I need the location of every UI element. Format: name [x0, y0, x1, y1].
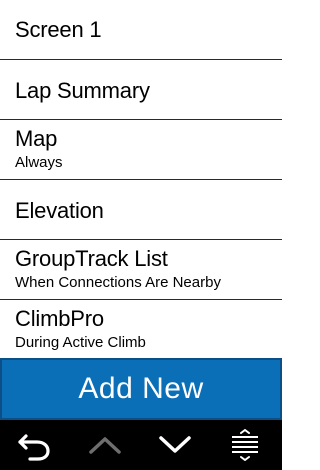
list-item-subtitle: During Active Climb [15, 334, 146, 351]
list-item-title: ClimbPro [15, 306, 104, 331]
list-item-map[interactable]: Map Always [0, 120, 282, 180]
list-item-title: Elevation [15, 198, 104, 223]
scroll-up-button[interactable] [70, 420, 140, 470]
menu-button[interactable] [210, 420, 280, 470]
list-item-climbpro[interactable]: ClimbPro During Active Climb [0, 300, 282, 358]
scroll-down-button[interactable] [140, 420, 210, 470]
bottom-navbar [0, 420, 282, 470]
list-item-title: Screen 1 [15, 17, 102, 42]
list-item-subtitle: Always [15, 154, 63, 171]
add-new-button[interactable]: Add New [0, 358, 282, 420]
list-item-title: Map [15, 126, 58, 151]
list-item-subtitle: When Connections Are Nearby [15, 274, 221, 291]
back-button[interactable] [0, 420, 70, 470]
list-item-grouptrack-list[interactable]: GroupTrack List When Connections Are Nea… [0, 240, 282, 300]
list-item-title: Lap Summary [15, 78, 150, 103]
list-item-title: GroupTrack List [15, 246, 168, 271]
back-arrow-icon [18, 434, 50, 461]
list-item-lap-summary[interactable]: Lap Summary [0, 60, 282, 120]
list-item-elevation[interactable]: Elevation [0, 180, 282, 240]
chevron-down-icon [159, 436, 191, 453]
list-item-screen-1[interactable]: Screen 1 [0, 0, 282, 60]
menu-lines-icon [232, 429, 258, 461]
chevron-up-icon [89, 437, 121, 454]
